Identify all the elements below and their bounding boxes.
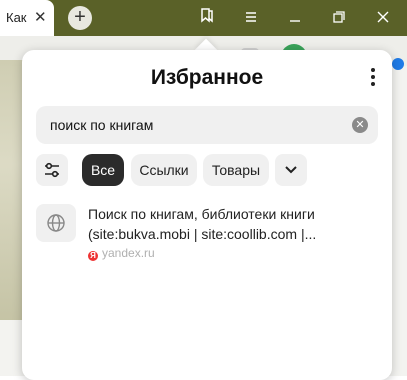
- result-source: Яyandex.ru: [88, 246, 155, 261]
- bookmarks-icon[interactable]: [187, 0, 227, 36]
- tab-close-icon[interactable]: ✕: [34, 9, 47, 27]
- filter-links[interactable]: Ссылки: [131, 154, 197, 186]
- popup-title: Избранное: [150, 66, 264, 89]
- filter-settings-button[interactable]: [36, 154, 68, 186]
- browser-titlebar: Как ✕ +: [0, 0, 407, 36]
- restore-icon[interactable]: [319, 0, 359, 36]
- menu-icon[interactable]: [231, 0, 271, 36]
- minimize-icon[interactable]: [275, 0, 315, 36]
- search-input-value: поиск по книгам: [50, 117, 154, 133]
- new-tab-button[interactable]: +: [68, 6, 92, 30]
- globe-icon: [36, 204, 76, 242]
- list-item[interactable]: Поиск по книгам, библиотеки книги (site:…: [36, 204, 378, 264]
- sliders-icon: [45, 162, 59, 178]
- yandex-icon: Я: [88, 251, 98, 261]
- notification-dot: [392, 58, 404, 70]
- more-filters-button[interactable]: [275, 154, 307, 186]
- more-options-icon[interactable]: [368, 66, 378, 88]
- result-title: Поиск по книгам, библиотеки книги (site:…: [88, 206, 317, 242]
- search-input[interactable]: поиск по книгам ✕: [36, 106, 378, 144]
- clear-search-icon[interactable]: ✕: [352, 117, 368, 133]
- filter-all[interactable]: Все: [82, 154, 124, 186]
- tab-title: Как: [6, 10, 27, 25]
- favorites-popup: Избранное поиск по книгам ✕ Все Ссылки Т…: [22, 50, 392, 380]
- result-source-text: yandex.ru: [102, 246, 155, 260]
- filter-goods[interactable]: Товары: [203, 154, 269, 186]
- close-icon[interactable]: [363, 0, 403, 36]
- browser-tab[interactable]: Как ✕: [0, 0, 54, 36]
- chevron-down-icon: [285, 166, 297, 174]
